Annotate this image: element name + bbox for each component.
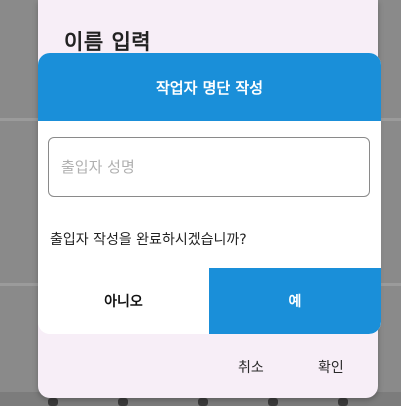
cancel-button[interactable]: 취소 [238,357,264,377]
no-button[interactable]: 아니오 [38,268,209,334]
worker-list-dialog: 작업자 명단 작성 출입자 작성을 완료하시겠습니까? 아니오 예 [38,53,381,334]
yes-button[interactable]: 예 [209,268,381,334]
confirm-message: 출입자 작성을 완료하시겠습니까? [50,232,247,248]
worker-list-dialog-header: 작업자 명단 작성 [38,53,381,121]
visitor-name-input[interactable] [48,137,370,197]
worker-list-dialog-title: 작업자 명단 작성 [155,78,264,97]
name-entry-dialog-title: 이름 입력 [64,30,152,54]
confirm-button[interactable]: 확인 [318,357,344,377]
